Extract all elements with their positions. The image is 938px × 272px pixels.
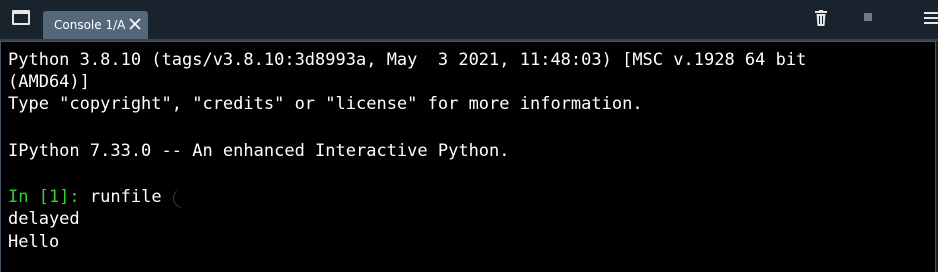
close-icon[interactable] bbox=[127, 16, 143, 32]
hamburger-menu-icon[interactable] bbox=[924, 12, 938, 24]
input-prompt: In [1]: bbox=[8, 187, 80, 207]
output-line: Hello bbox=[8, 232, 60, 252]
tab-console-1a[interactable]: Console 1/A bbox=[43, 11, 148, 39]
console-line: Type "copyright", "credits" or "license"… bbox=[8, 94, 643, 114]
tab-label: Console 1/A bbox=[54, 18, 126, 32]
console-line: Python 3.8.10 (tags/v3.8.10:3d8993a, May… bbox=[8, 50, 807, 70]
stop-icon[interactable] bbox=[864, 13, 872, 21]
console-line: IPython 7.33.0 -- An enhanced Interactiv… bbox=[8, 141, 510, 161]
redaction-bar bbox=[176, 186, 773, 208]
console-line: (AMD64)] bbox=[8, 72, 90, 92]
trash-icon[interactable] bbox=[815, 10, 827, 26]
input-line: In [1]: runfile bbox=[8, 186, 162, 208]
console-tab-bar: Console 1/A bbox=[0, 0, 938, 41]
output-line: delayed bbox=[8, 209, 80, 229]
window-icon[interactable] bbox=[12, 10, 30, 25]
input-command: runfile bbox=[89, 187, 162, 207]
ipython-console[interactable]: Python 3.8.10 (tags/v3.8.10:3d8993a, May… bbox=[0, 41, 936, 272]
